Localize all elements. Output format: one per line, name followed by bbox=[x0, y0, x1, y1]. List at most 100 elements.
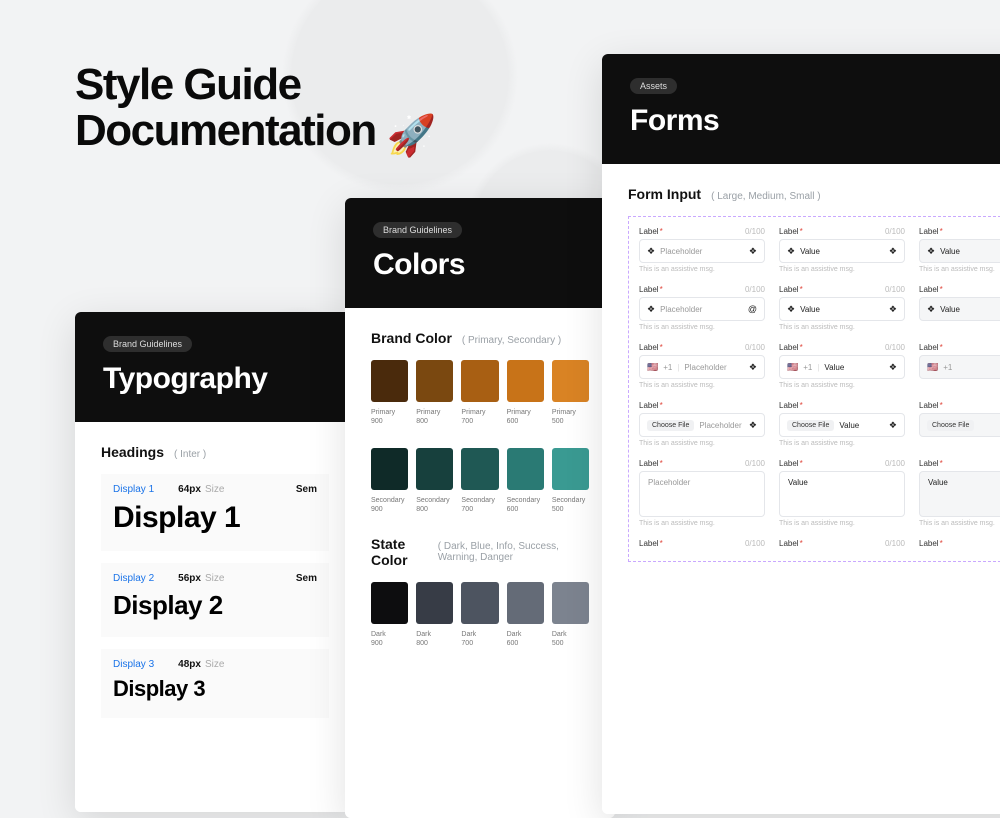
required-icon: * bbox=[660, 227, 663, 236]
card-header: Brand Guidelines Colors bbox=[345, 198, 615, 308]
color-swatch bbox=[507, 582, 544, 624]
type-size: 48px bbox=[178, 659, 201, 670]
text-input-disabled: ❖Value bbox=[919, 239, 1000, 263]
forms-card: Assets Forms Form Input ( Large, Medium,… bbox=[602, 54, 1000, 814]
field-label: Label bbox=[639, 227, 659, 236]
assistive-text: This is an assistive msg. bbox=[919, 266, 1000, 273]
field-label: Label bbox=[919, 285, 939, 294]
flag-icon: 🇺🇸 bbox=[787, 362, 798, 373]
required-icon: * bbox=[660, 343, 663, 352]
section-subtitle: ( Large, Medium, Small ) bbox=[711, 191, 820, 202]
field-label: Label bbox=[779, 401, 799, 410]
swatch-label: Secondary800 bbox=[416, 496, 453, 514]
section-subtitle: ( Primary, Secondary ) bbox=[462, 335, 561, 346]
char-counter: 0/100 bbox=[885, 227, 905, 236]
weight: Sem bbox=[296, 573, 317, 584]
required-icon: * bbox=[940, 227, 943, 236]
char-counter: 0/100 bbox=[745, 539, 765, 548]
type-sample: Display 2 bbox=[113, 590, 317, 621]
color-swatch bbox=[461, 582, 498, 624]
file-input[interactable]: Choose FilePlaceholder❖ bbox=[639, 413, 765, 437]
typography-row: Display 2 56px Size Sem Display 2 bbox=[101, 563, 329, 637]
char-counter: 0/100 bbox=[885, 459, 905, 468]
color-swatch bbox=[416, 448, 453, 490]
field-label: Label bbox=[779, 539, 799, 548]
color-swatch bbox=[371, 448, 408, 490]
color-swatch bbox=[552, 582, 589, 624]
rocket-icon: 🚀 bbox=[386, 114, 434, 158]
swatch-label: Primary700 bbox=[461, 408, 498, 426]
size-label: Size bbox=[205, 484, 224, 495]
swatch-labels: Dark900 Dark800 Dark700 Dark600 Dark500 bbox=[371, 630, 589, 648]
color-swatch bbox=[507, 360, 544, 402]
assistive-text: This is an assistive msg. bbox=[779, 324, 905, 331]
at-icon: @ bbox=[748, 304, 757, 314]
assistive-text: This is an assistive msg. bbox=[779, 382, 905, 389]
card-title: Typography bbox=[103, 362, 327, 396]
field-label: Label bbox=[919, 539, 939, 548]
char-counter: 0/100 bbox=[885, 285, 905, 294]
choose-file-button[interactable]: Choose File bbox=[787, 420, 834, 431]
assistive-text: This is an assistive msg. bbox=[779, 266, 905, 273]
choose-file-button[interactable]: Choose File bbox=[647, 420, 694, 431]
diamond-icon: ❖ bbox=[787, 246, 795, 257]
section-title: Form Input bbox=[628, 186, 701, 202]
assistive-text: This is an assistive msg. bbox=[639, 266, 765, 273]
section-title: Headings bbox=[101, 444, 164, 460]
color-swatch bbox=[507, 448, 544, 490]
form-row: Label*0/100 Placeholder This is an assis… bbox=[639, 459, 1000, 527]
section-header: State Color ( Dark, Blue, Info, Success,… bbox=[371, 536, 589, 568]
required-icon: * bbox=[660, 401, 663, 410]
swatch-label: Secondary600 bbox=[507, 496, 544, 514]
char-counter: 0/100 bbox=[745, 343, 765, 352]
required-icon: * bbox=[800, 459, 803, 468]
swatch-label: Primary900 bbox=[371, 408, 408, 426]
hero-line1: Style Guide bbox=[75, 60, 301, 109]
field-label: Label bbox=[639, 401, 659, 410]
assistive-text: This is an assistive msg. bbox=[919, 520, 1000, 527]
type-sample: Display 3 bbox=[113, 676, 317, 702]
diamond-icon: ❖ bbox=[647, 246, 655, 257]
required-icon: * bbox=[800, 285, 803, 294]
textarea[interactable]: Value bbox=[779, 471, 905, 517]
color-swatch bbox=[371, 582, 408, 624]
swatch-label: Dark800 bbox=[416, 630, 453, 648]
section-header: Headings ( Inter ) bbox=[101, 444, 329, 460]
assistive-text: This is an assistive msg. bbox=[639, 324, 765, 331]
card-header: Assets Forms bbox=[602, 54, 1000, 164]
typography-row: Display 1 64px Size Sem Display 1 bbox=[101, 474, 329, 551]
card-header: Brand Guidelines Typography bbox=[75, 312, 355, 422]
diamond-icon: ❖ bbox=[927, 304, 935, 315]
dial-prefix: +1 bbox=[663, 363, 672, 372]
swatch-row-primary bbox=[371, 360, 589, 402]
type-name: Display 1 bbox=[113, 484, 154, 495]
form-row: Label*0/100 Label*0/100 Label* bbox=[639, 539, 1000, 551]
category-pill: Assets bbox=[630, 78, 677, 94]
field-label: Label bbox=[919, 227, 939, 236]
required-icon: * bbox=[660, 539, 663, 548]
text-input[interactable]: ❖Placeholder@ bbox=[639, 297, 765, 321]
textarea[interactable]: Placeholder bbox=[639, 471, 765, 517]
section-title: State Color bbox=[371, 536, 428, 568]
text-input[interactable]: ❖Placeholder❖ bbox=[639, 239, 765, 263]
text-input[interactable]: ❖Value❖ bbox=[779, 239, 905, 263]
field-label: Label bbox=[639, 539, 659, 548]
section-subtitle: ( Inter ) bbox=[174, 449, 206, 460]
text-input[interactable]: ❖Value❖ bbox=[779, 297, 905, 321]
required-icon: * bbox=[940, 285, 943, 294]
swatch-label: Dark500 bbox=[552, 630, 589, 648]
swatch-label: Dark600 bbox=[507, 630, 544, 648]
field-label: Label bbox=[779, 227, 799, 236]
card-body: Form Input ( Large, Medium, Small ) Labe… bbox=[602, 164, 1000, 814]
phone-input[interactable]: 🇺🇸+1|Value❖ bbox=[779, 355, 905, 379]
field-label: Label bbox=[919, 343, 939, 352]
typography-card: Brand Guidelines Typography Headings ( I… bbox=[75, 312, 355, 812]
required-icon: * bbox=[660, 459, 663, 468]
card-title: Forms bbox=[630, 104, 1000, 138]
diamond-icon: ❖ bbox=[749, 420, 757, 431]
phone-input[interactable]: 🇺🇸+1|Placeholder❖ bbox=[639, 355, 765, 379]
char-counter: 0/100 bbox=[885, 539, 905, 548]
file-input[interactable]: Choose FileValue❖ bbox=[779, 413, 905, 437]
section-subtitle: ( Dark, Blue, Info, Success, Warning, Da… bbox=[438, 541, 589, 563]
card-title: Colors bbox=[373, 248, 587, 282]
